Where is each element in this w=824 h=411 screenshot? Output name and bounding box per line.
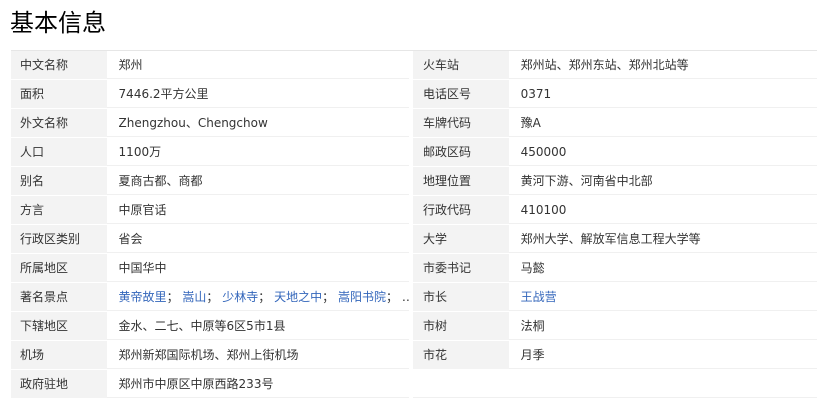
field-value: Zhengzhou、Chengchow — [106, 109, 410, 137]
separator: ； — [386, 290, 399, 304]
table-row: 别名 夏商古都、商都 地理位置 黄河下游、河南省中北部 — [11, 167, 818, 196]
separator: ； — [322, 290, 335, 304]
field-label: 机场 — [11, 341, 107, 369]
attraction-link[interactable]: 嵩山 — [182, 290, 206, 304]
attraction-link[interactable]: 天地之中 — [274, 290, 322, 304]
field-label: 中文名称 — [11, 51, 107, 79]
field-value: 豫A — [508, 109, 818, 137]
field-value: 郑州大学、解放军信息工程大学等 — [508, 225, 818, 253]
field-value: 0371 — [508, 80, 818, 108]
table-row: 外文名称 Zhengzhou、Chengchow 车牌代码 豫A — [11, 109, 818, 138]
field-value: 450000 — [508, 138, 818, 166]
field-value: 法桐 — [508, 312, 818, 340]
ellipsis: … — [402, 290, 409, 304]
field-label: 所属地区 — [11, 254, 107, 282]
field-value: 郑州站、郑州东站、郑州北站等 — [508, 51, 818, 79]
table-row: 政府驻地 郑州市中原区中原西路233号 — [11, 370, 817, 399]
field-label: 市树 — [413, 312, 509, 340]
field-label: 车牌代码 — [413, 109, 509, 137]
table-row: 方言 中原官话 行政代码 410100 — [11, 196, 818, 225]
field-value: 7446.2平方公里 — [106, 80, 410, 108]
field-value: 月季 — [508, 341, 818, 369]
basic-info-panel: 基本信息 中文名称 郑州 火车站 郑州站、郑州东站、郑州北站等 面积 7446.… — [0, 0, 824, 411]
table-row: 著名景点 黄帝故里； 嵩山； 少林寺； 天地之中； 嵩阳书院； … 市长 王战营 — [11, 283, 818, 312]
field-value: 省会 — [106, 225, 410, 253]
field-label: 政府驻地 — [11, 370, 107, 398]
field-label: 市花 — [413, 341, 509, 369]
table-row: 行政区类别 省会 大学 郑州大学、解放军信息工程大学等 — [11, 225, 818, 254]
field-value: 郑州市中原区中原西路233号 — [106, 370, 410, 398]
info-table: 中文名称 郑州 火车站 郑州站、郑州东站、郑州北站等 面积 7446.2平方公里… — [11, 50, 818, 399]
table-row: 人口 1100万 邮政区码 450000 — [11, 138, 818, 167]
field-value: 黄河下游、河南省中北部 — [508, 167, 818, 195]
field-label: 面积 — [11, 80, 107, 108]
field-label: 别名 — [11, 167, 107, 195]
attractions-list: 黄帝故里； 嵩山； 少林寺； 天地之中； 嵩阳书院； … — [106, 283, 410, 311]
field-value: 金水、二七、中原等6区5市1县 — [106, 312, 410, 340]
field-label: 下辖地区 — [11, 312, 107, 340]
empty-cell — [413, 370, 817, 398]
table-row: 所属地区 中国华中 市委书记 马懿 — [11, 254, 818, 283]
separator: ； — [166, 290, 179, 304]
table-row: 面积 7446.2平方公里 电话区号 0371 — [11, 80, 818, 109]
field-value: 中原官话 — [106, 196, 410, 224]
field-label: 方言 — [11, 196, 107, 224]
section-title: 基本信息 — [10, 9, 106, 37]
attraction-link[interactable]: 少林寺 — [222, 290, 258, 304]
attraction-link[interactable]: 黄帝故里 — [119, 290, 167, 304]
field-label: 著名景点 — [11, 283, 107, 311]
field-value: 郑州新郑国际机场、郑州上街机场 — [106, 341, 410, 369]
field-value: 夏商古都、商都 — [106, 167, 410, 195]
field-label: 行政区类别 — [11, 225, 107, 253]
separator: ； — [206, 290, 219, 304]
field-value: 410100 — [508, 196, 818, 224]
separator: ； — [258, 290, 271, 304]
field-label: 外文名称 — [11, 109, 107, 137]
field-value: 1100万 — [106, 138, 410, 166]
field-value: 马懿 — [508, 254, 818, 282]
field-label: 市委书记 — [413, 254, 509, 282]
field-value: 郑州 — [106, 51, 410, 79]
field-value: 中国华中 — [106, 254, 410, 282]
field-label: 大学 — [413, 225, 509, 253]
field-label: 电话区号 — [413, 80, 509, 108]
table-row: 下辖地区 金水、二七、中原等6区5市1县 市树 法桐 — [11, 312, 818, 341]
attraction-link[interactable]: 嵩阳书院 — [338, 290, 386, 304]
field-value: 王战营 — [508, 283, 818, 311]
field-label: 邮政区码 — [413, 138, 509, 166]
mayor-link[interactable]: 王战营 — [521, 290, 557, 304]
table-row: 中文名称 郑州 火车站 郑州站、郑州东站、郑州北站等 — [11, 51, 818, 80]
field-label: 火车站 — [413, 51, 509, 79]
field-label: 市长 — [413, 283, 509, 311]
field-label: 行政代码 — [413, 196, 509, 224]
field-label: 人口 — [11, 138, 107, 166]
table-row: 机场 郑州新郑国际机场、郑州上街机场 市花 月季 — [11, 341, 818, 370]
field-label: 地理位置 — [413, 167, 509, 195]
